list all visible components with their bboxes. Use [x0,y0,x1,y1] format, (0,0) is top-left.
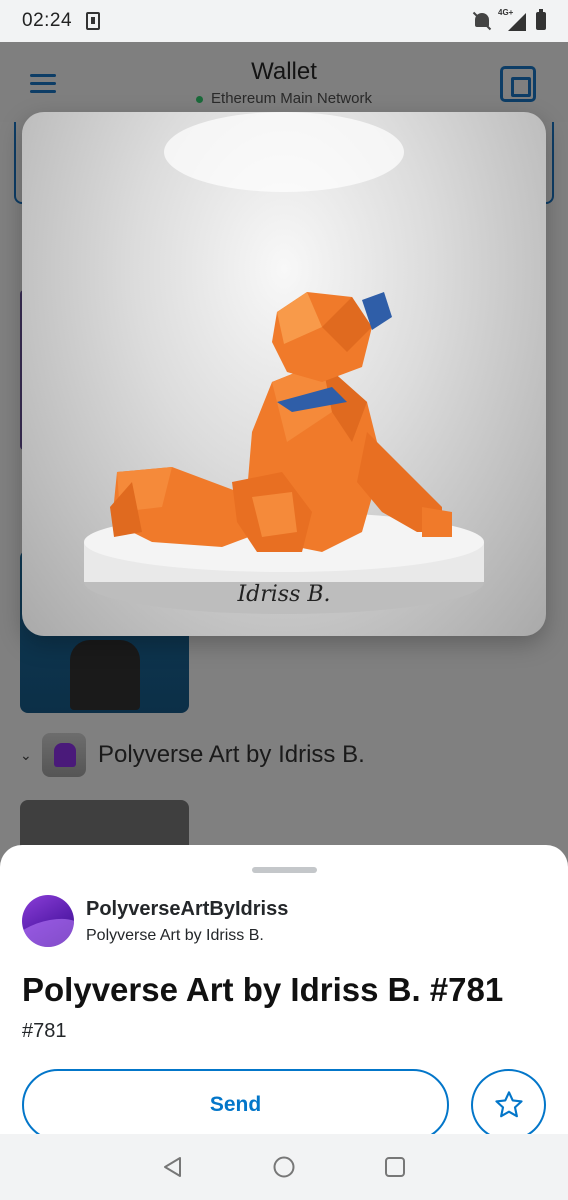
sheet-grabber[interactable] [252,867,317,873]
download-icon [86,12,101,30]
back-triangle-icon[interactable] [160,1154,186,1180]
collection-thumbnail [42,733,86,777]
collection-name: Polyverse Art by Idriss B. [86,927,264,944]
signal-icon: 4G+ [498,8,526,31]
artist-signature: Idriss B. [237,582,331,607]
favorite-button[interactable] [471,1069,546,1141]
nft-title: Polyverse Art by Idriss B. #781 [22,971,504,1008]
nft-thumbnail-figure [70,640,140,710]
nft-artwork [84,112,484,614]
network-name: Ethereum Main Network [211,90,372,107]
recents-square-icon[interactable] [382,1154,408,1180]
chevron-down-icon: ⌄ [20,746,32,763]
collection-name: Polyverse Art by Idriss B. [98,741,365,768]
send-button[interactable]: Send [22,1069,449,1141]
collection-header[interactable]: ⌄ Polyverse Art by Idriss B. [20,733,365,777]
home-circle-icon[interactable] [271,1154,297,1180]
status-time: 02:24 [22,10,73,31]
network-indicator[interactable]: Ethereum Main Network [0,90,568,107]
star-icon [494,1091,523,1118]
app-header: Wallet Ethereum Main Network [0,42,568,122]
collection-avatar [22,895,74,947]
page-title: Wallet [251,58,317,85]
nft-token-id: #781 [22,1020,67,1042]
battery-icon [536,9,546,30]
system-nav-bar [0,1134,568,1200]
nft-image: Idriss B. [22,112,546,636]
status-icons: 4G+ [472,8,546,31]
scan-icon[interactable] [500,66,536,102]
notifications-off-icon [472,11,492,31]
collection-contract-name: PolyverseArtByIdriss [86,898,289,920]
status-bar: 02:24 4G+ [0,0,568,42]
network-status-dot [196,95,204,103]
